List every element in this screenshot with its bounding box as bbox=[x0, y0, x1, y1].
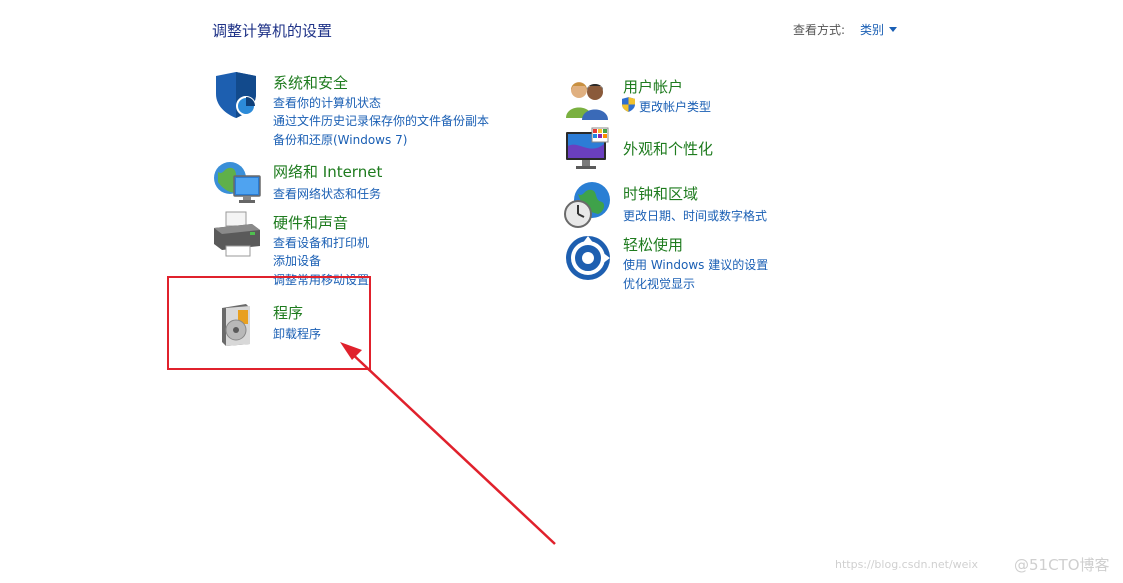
watermark-url: https://blog.csdn.net/weix bbox=[835, 558, 978, 571]
category-appearance: 外观和个性化 bbox=[562, 126, 862, 176]
view-by-value: 类别 bbox=[860, 23, 885, 37]
users-icon[interactable] bbox=[562, 74, 612, 124]
category-hardware: 硬件和声音 查看设备和打印机 添加设备 调整常用移动设置 bbox=[212, 210, 512, 287]
category-title-clock-region[interactable]: 时钟和区域 bbox=[623, 183, 698, 204]
category-title-ease-of-access[interactable]: 轻松使用 bbox=[623, 234, 683, 255]
link-file-history-backup[interactable]: 通过文件历史记录保存你的文件备份副本 bbox=[273, 112, 489, 129]
annotation-highlight-box bbox=[167, 276, 371, 370]
category-user-accounts: 用户帐户 更改帐户类型 bbox=[562, 74, 862, 124]
link-devices-printers[interactable]: 查看设备和打印机 bbox=[273, 234, 369, 251]
link-change-account-type[interactable]: 更改帐户类型 bbox=[639, 98, 711, 115]
link-backup-restore[interactable]: 备份和还原(Windows 7) bbox=[273, 131, 407, 148]
ease-access-icon[interactable] bbox=[562, 232, 612, 282]
category-clock-region: 时钟和区域 更改日期、时间或数字格式 bbox=[562, 180, 862, 230]
view-by-dropdown[interactable]: 类别 bbox=[860, 21, 898, 38]
printer-icon[interactable] bbox=[212, 210, 262, 260]
clock-globe-icon[interactable] bbox=[562, 180, 612, 230]
category-title-system-security[interactable]: 系统和安全 bbox=[273, 72, 348, 93]
link-windows-recommended-settings[interactable]: 使用 Windows 建议的设置 bbox=[623, 256, 768, 273]
link-change-date-time-format[interactable]: 更改日期、时间或数字格式 bbox=[623, 207, 767, 224]
category-title-hardware[interactable]: 硬件和声音 bbox=[273, 212, 348, 233]
category-system-security: 系统和安全 查看你的计算机状态 通过文件历史记录保存你的文件备份副本 备份和还原… bbox=[212, 70, 512, 150]
category-title-network[interactable]: 网络和 Internet bbox=[273, 161, 382, 182]
watermark-51cto: @51CTO博客 bbox=[1014, 556, 1110, 574]
monitor-colors-icon[interactable] bbox=[562, 126, 612, 176]
uac-shield-icon bbox=[622, 97, 635, 112]
link-optimize-visual-display[interactable]: 优化视觉显示 bbox=[623, 275, 695, 292]
globe-monitor-icon[interactable] bbox=[212, 158, 262, 208]
page-title: 调整计算机的设置 bbox=[212, 22, 333, 40]
category-title-appearance[interactable]: 外观和个性化 bbox=[623, 138, 713, 159]
shield-icon[interactable] bbox=[212, 70, 262, 120]
category-ease-of-access: 轻松使用 使用 Windows 建议的设置 优化视觉显示 bbox=[562, 232, 862, 292]
view-by-label: 查看方式: bbox=[793, 23, 846, 37]
chevron-down-icon bbox=[889, 27, 898, 32]
category-title-user-accounts[interactable]: 用户帐户 bbox=[623, 76, 683, 97]
link-view-computer-status[interactable]: 查看你的计算机状态 bbox=[273, 94, 381, 111]
category-network: 网络和 Internet 查看网络状态和任务 bbox=[212, 158, 512, 208]
link-add-device[interactable]: 添加设备 bbox=[273, 252, 321, 269]
link-network-status[interactable]: 查看网络状态和任务 bbox=[273, 185, 381, 202]
